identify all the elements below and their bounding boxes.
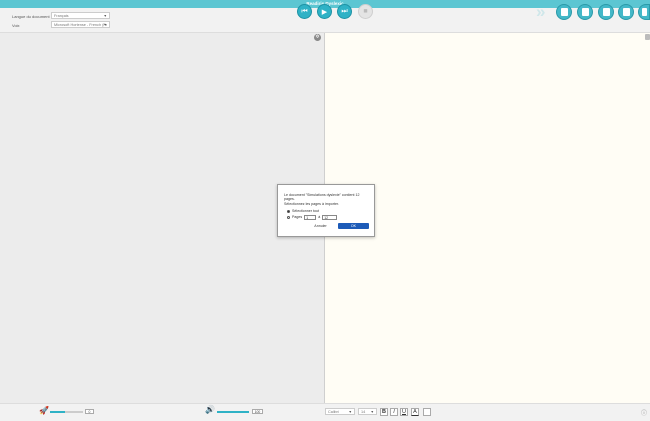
pages-radio[interactable] <box>287 215 290 219</box>
font-family-value: Calibri <box>328 410 339 414</box>
speed-slider-fill <box>50 411 65 413</box>
stop-icon: ■ <box>363 8 368 15</box>
voice-label: Voix <box>12 23 20 28</box>
volume-slider[interactable] <box>217 411 249 413</box>
font-size-value: 14 <box>361 410 366 414</box>
italic-button[interactable]: I <box>390 408 398 416</box>
gear-icon[interactable]: ✲ <box>314 34 321 41</box>
export-button[interactable] <box>618 4 634 20</box>
chevron-down-icon: ▼ <box>348 410 352 414</box>
chevron-down-icon: ▼ <box>103 23 107 27</box>
ok-button[interactable]: OK <box>338 223 369 229</box>
chevron-down-icon: ▼ <box>370 410 374 414</box>
dialog-message: Le document "Simulations dyslexie" conti… <box>284 193 370 206</box>
volume-slider-fill <box>217 411 249 413</box>
save-button[interactable] <box>598 4 614 20</box>
cancel-button[interactable]: Annuler <box>308 223 333 229</box>
language-value: Français <box>54 14 69 18</box>
language-label: Langue du document <box>12 14 50 19</box>
settings-icon <box>641 8 647 16</box>
play-button[interactable]: ▶ <box>317 4 332 19</box>
chevron-decoration-icon: » <box>536 2 546 21</box>
bold-button[interactable]: B <box>380 408 388 416</box>
underline-button[interactable]: U <box>400 408 408 416</box>
skip-back-icon: ⏮ <box>301 7 308 15</box>
to-label: à <box>318 215 321 220</box>
skip-forward-icon: ⏭ <box>341 7 348 15</box>
dialog-message-text: Le document "Simulations dyslexie" conti… <box>284 193 360 202</box>
info-icon[interactable]: ⓘ <box>641 408 647 417</box>
previous-button[interactable]: ⏮ <box>297 4 312 19</box>
save-icon <box>602 8 610 16</box>
stop-button[interactable]: ■ <box>358 4 373 19</box>
open-document-button[interactable] <box>556 4 572 20</box>
font-size-select[interactable]: 14 ▼ <box>358 408 377 415</box>
speed-slider[interactable] <box>50 411 83 413</box>
select-all-radio[interactable] <box>287 209 290 213</box>
document-preview-pane <box>0 33 324 403</box>
select-all-option[interactable]: Sélectionner tout <box>287 209 319 213</box>
volume-value[interactable]: 100 <box>252 409 263 414</box>
pages-label: Pages <box>292 215 303 220</box>
voice-select[interactable]: Microsoft Hortense - French (Fr ▼ <box>51 21 110 28</box>
volume-icon: 🔊 <box>205 405 215 414</box>
dialog-prompt: Sélectionnez les pages à importer. <box>284 201 339 206</box>
rocket-icon: 🚀 <box>39 406 49 415</box>
side-panel-icon[interactable] <box>645 34 650 40</box>
next-button[interactable]: ⏭ <box>337 4 352 19</box>
speed-value[interactable]: 0 <box>85 409 94 414</box>
play-icon: ▶ <box>321 8 328 16</box>
font-color-button[interactable]: A <box>411 408 419 416</box>
settings-button[interactable] <box>638 4 650 20</box>
pages-option[interactable]: Pages 1 à 12 <box>287 215 338 220</box>
select-all-label: Sélectionner tout <box>292 209 319 213</box>
language-select[interactable]: Français ▼ <box>51 12 110 19</box>
scan-button[interactable] <box>577 4 593 20</box>
voice-value: Microsoft Hortense - French (Fr <box>54 23 107 27</box>
scanner-icon <box>581 8 589 16</box>
to-page-input[interactable]: 12 <box>322 215 338 220</box>
document-icon <box>560 8 568 16</box>
export-icon <box>622 8 630 16</box>
import-pages-dialog: Le document "Simulations dyslexie" conti… <box>277 184 375 237</box>
font-family-select[interactable]: Calibri ▼ <box>325 408 355 415</box>
chevron-down-icon: ▼ <box>103 14 107 18</box>
from-page-input[interactable]: 1 <box>304 215 317 220</box>
highlight-color-button[interactable] <box>423 408 431 416</box>
